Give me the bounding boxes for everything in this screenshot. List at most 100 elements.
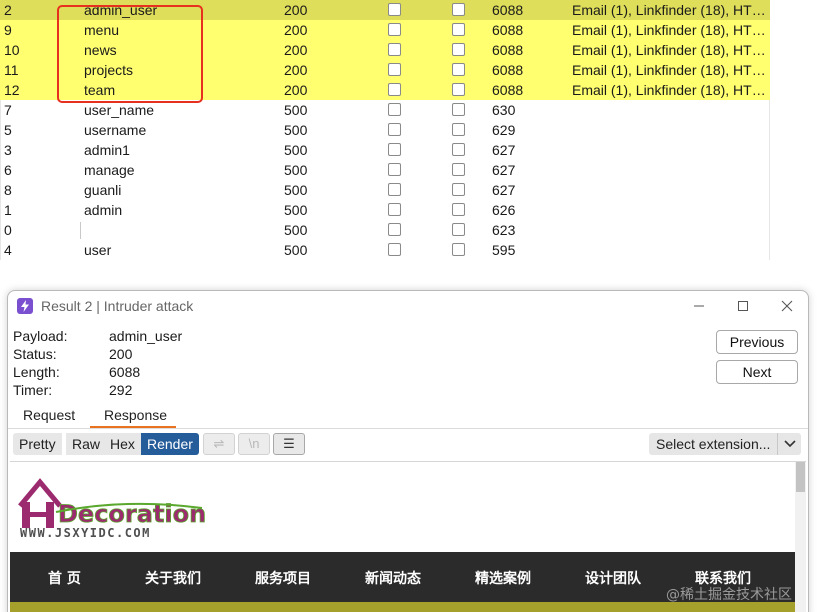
comment-cell: Email (1), Linkfinder (18), HTM... — [572, 42, 770, 58]
pretty-button[interactable]: Pretty — [13, 433, 62, 455]
status-code-cell: 500 — [284, 162, 308, 178]
render-scrollbar[interactable] — [795, 462, 806, 612]
status-code-cell: 500 — [284, 242, 308, 258]
timeout-checkbox[interactable] — [452, 43, 465, 56]
table-row[interactable]: 5 username 500 629 — [0, 120, 770, 140]
length-cell: 6088 — [492, 82, 524, 98]
request-number-cell: 0 — [4, 222, 12, 238]
burp-lightning-icon — [17, 298, 33, 314]
length-cell: 627 — [492, 162, 516, 178]
tab-request[interactable]: Request — [23, 407, 75, 423]
watermark-text: @稀土掘金技术社区 — [666, 587, 792, 603]
table-row[interactable]: 0 500 623 — [0, 220, 770, 240]
error-checkbox[interactable] — [388, 63, 401, 76]
timeout-checkbox[interactable] — [452, 223, 465, 236]
site-nav-item[interactable]: 关于我们 — [145, 568, 201, 588]
length-cell: 626 — [492, 202, 516, 218]
error-checkbox[interactable] — [388, 243, 401, 256]
error-checkbox[interactable] — [388, 123, 401, 136]
minimize-icon[interactable] — [688, 296, 710, 316]
payload-cell: user_name — [84, 102, 155, 118]
request-number-cell: 7 — [4, 102, 12, 118]
site-nav-item[interactable]: 服务项目 — [255, 568, 311, 588]
site-nav-item[interactable]: 首 页 — [48, 568, 81, 588]
error-checkbox[interactable] — [388, 43, 401, 56]
error-checkbox[interactable] — [388, 143, 401, 156]
site-nav-item[interactable]: 精选案例 — [475, 568, 531, 588]
result-dialog: Result 2 | Intruder attack Payload: admin… — [7, 290, 809, 612]
status-code-cell: 500 — [284, 222, 308, 238]
timeout-checkbox[interactable] — [452, 243, 465, 256]
timeout-checkbox[interactable] — [452, 203, 465, 216]
tab-response[interactable]: Response — [104, 407, 167, 423]
request-number-cell: 11 — [4, 62, 19, 78]
wrap-lines-icon[interactable]: ⇌ — [203, 433, 235, 455]
payload-cell: guanli — [84, 182, 122, 198]
status-code-cell: 200 — [284, 62, 308, 78]
length-cell: 627 — [492, 142, 516, 158]
status-value: 200 — [109, 346, 133, 362]
request-number-cell: 12 — [4, 82, 20, 98]
site-nav-item[interactable]: 设计团队 — [585, 568, 641, 588]
request-number-cell: 9 — [4, 22, 12, 38]
comment-cell: Email (1), Linkfinder (18), HTM... — [572, 62, 770, 78]
error-checkbox[interactable] — [388, 163, 401, 176]
payload-cell: user — [84, 242, 112, 258]
error-checkbox[interactable] — [388, 3, 401, 16]
render-button[interactable]: Render — [141, 433, 199, 455]
error-checkbox[interactable] — [388, 83, 401, 96]
length-cell: 6088 — [492, 22, 524, 38]
error-checkbox[interactable] — [388, 23, 401, 36]
timeout-checkbox[interactable] — [452, 163, 465, 176]
timeout-checkbox[interactable] — [452, 123, 465, 136]
timeout-checkbox[interactable] — [452, 143, 465, 156]
timeout-checkbox[interactable] — [452, 103, 465, 116]
table-row[interactable]: 4 user 500 595 — [0, 240, 770, 260]
error-checkbox[interactable] — [388, 103, 401, 116]
site-nav-item[interactable]: 新闻动态 — [365, 568, 421, 588]
previous-button[interactable]: Previous — [716, 330, 798, 354]
length-cell: 629 — [492, 122, 516, 138]
show-newlines-icon[interactable]: \n — [238, 433, 270, 455]
request-number-cell: 10 — [4, 42, 20, 58]
status-code-cell: 500 — [284, 142, 308, 158]
error-checkbox[interactable] — [388, 223, 401, 236]
timeout-checkbox[interactable] — [452, 3, 465, 16]
hamburger-menu-icon[interactable]: ☰ — [273, 433, 305, 455]
status-code-cell: 500 — [284, 122, 308, 138]
timeout-checkbox[interactable] — [452, 183, 465, 196]
table-row[interactable]: 6 manage 500 627 — [0, 160, 770, 180]
table-row[interactable]: 1 admin 500 626 — [0, 200, 770, 220]
timeout-checkbox[interactable] — [452, 63, 465, 76]
close-icon[interactable] — [776, 296, 798, 316]
length-cell: 6088 — [492, 42, 524, 58]
request-response-tabs: Request Response — [8, 404, 808, 429]
logo-url-text: WWW.JSXYIDC.COM — [20, 526, 151, 540]
hex-button[interactable]: Hex — [104, 433, 141, 455]
length-cell: 6088 — [492, 2, 524, 18]
table-row[interactable]: 8 guanli 500 627 — [0, 180, 770, 200]
error-checkbox[interactable] — [388, 203, 401, 216]
length-cell: 627 — [492, 182, 516, 198]
raw-button[interactable]: Raw — [66, 433, 107, 455]
payload-value: admin_user — [109, 328, 183, 344]
scrollbar-thumb[interactable] — [796, 462, 805, 492]
table-row[interactable]: 3 admin1 500 627 — [0, 140, 770, 160]
length-value: 6088 — [109, 364, 141, 380]
empty-payload-marker — [80, 222, 81, 239]
error-checkbox[interactable] — [388, 183, 401, 196]
request-number-cell: 4 — [4, 242, 12, 258]
dialog-titlebar[interactable]: Result 2 | Intruder attack — [8, 291, 808, 321]
request-number-cell: 3 — [4, 142, 12, 158]
chevron-down-icon — [777, 433, 801, 455]
status-code-cell: 200 — [284, 22, 308, 38]
payload-cell: admin1 — [84, 142, 130, 158]
timeout-checkbox[interactable] — [452, 83, 465, 96]
timeout-checkbox[interactable] — [452, 23, 465, 36]
maximize-icon[interactable] — [732, 296, 754, 316]
status-label: Status: — [13, 346, 57, 362]
next-button[interactable]: Next — [716, 360, 798, 384]
select-extension-dropdown[interactable]: Select extension... — [649, 433, 801, 455]
status-code-cell: 200 — [284, 42, 308, 58]
table-row[interactable]: 7 user_name 500 630 — [0, 100, 770, 120]
